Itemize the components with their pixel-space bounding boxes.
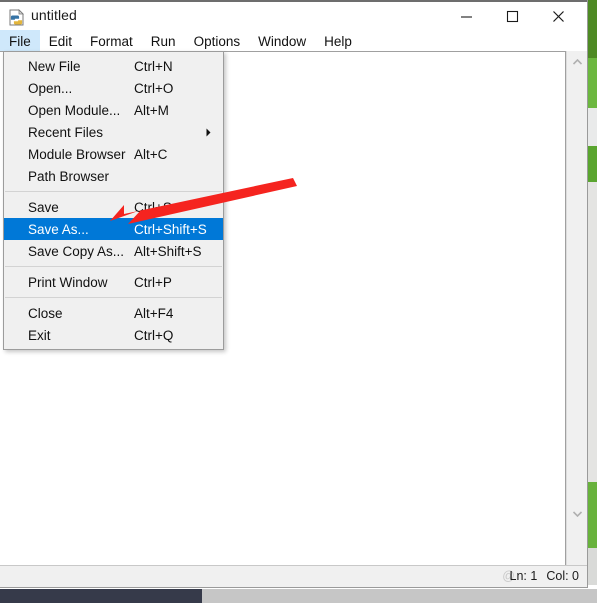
menu-bar: File Edit Format Run Options Window Help [0,30,587,51]
menu-separator [5,266,222,267]
menu-item-path-browser[interactable]: Path Browser [4,165,223,187]
menu-separator [5,191,222,192]
menubar-item-edit[interactable]: Edit [40,30,81,51]
taskbar-active-region [0,589,202,603]
menu-item-label: Exit [28,327,51,343]
menu-item-label: Module Browser [28,146,126,162]
cursor-position-indicator: Ln: 1 Col: 0 [510,569,579,583]
title-bar: untitled [0,0,587,30]
menu-item-label: Close [28,305,63,321]
menu-item-label: Save [28,199,59,215]
menu-item-save-copy-as[interactable]: Save Copy As... Alt+Shift+S [4,240,223,262]
status-line: Ln: 1 [509,569,538,583]
menu-item-open[interactable]: Open... Ctrl+O [4,77,223,99]
menu-item-accelerator: Ctrl+N [134,58,173,74]
menu-item-accelerator: Alt+M [134,102,169,118]
maximize-button[interactable] [489,2,535,30]
menubar-item-label: Run [150,33,176,49]
menubar-item-label: Format [90,33,133,49]
menu-item-print-window[interactable]: Print Window Ctrl+P [4,271,223,293]
status-bar: @ Ln: 1 Col: 0 [0,565,587,587]
menu-item-label: Open Module... [28,102,121,118]
python-file-icon [8,9,25,26]
menubar-item-label: Options [193,33,241,49]
status-column: Col: 0 [546,569,579,583]
menu-item-accelerator: Alt+Shift+S [134,243,202,259]
menubar-item-file[interactable]: File [0,30,40,51]
menubar-item-help[interactable]: Help [315,30,361,51]
menu-item-accelerator: Ctrl+O [134,80,174,96]
menu-item-accelerator: Ctrl+P [134,274,172,290]
menu-separator [5,297,222,298]
menu-item-label: Recent Files [28,124,104,140]
menu-item-save[interactable]: Save Ctrl+S [4,196,223,218]
menu-item-label: Save As... [28,221,89,237]
menubar-item-label: Edit [48,33,73,49]
vertical-scrollbar[interactable] [566,51,587,565]
chevron-up-icon[interactable] [567,53,588,71]
window-title: untitled [31,7,77,23]
menu-item-label: Path Browser [28,168,110,184]
menubar-item-format[interactable]: Format [81,30,142,51]
menu-item-module-browser[interactable]: Module Browser Alt+C [4,143,223,165]
menubar-item-label: Help [324,33,352,49]
menu-item-accelerator: Ctrl+S [134,199,172,215]
menu-item-label: Save Copy As... [28,243,125,259]
menubar-item-run[interactable]: Run [142,30,185,51]
menu-item-accelerator: Alt+C [134,146,168,162]
submenu-arrow-icon [206,128,211,137]
menu-item-accelerator: Ctrl+Shift+S [134,221,207,237]
menu-item-new-file[interactable]: New File Ctrl+N [4,55,223,77]
menu-item-accelerator: Alt+F4 [134,305,174,321]
menu-item-label: Print Window [28,274,108,290]
menu-item-exit[interactable]: Exit Ctrl+Q [4,324,223,346]
menu-item-label: New File [28,58,81,74]
close-button[interactable] [535,2,581,30]
menu-item-label: Open... [28,80,73,96]
menubar-item-label: File [9,33,31,49]
menu-item-save-as[interactable]: Save As... Ctrl+Shift+S [4,218,223,240]
menubar-item-window[interactable]: Window [249,30,315,51]
chevron-down-icon[interactable] [567,505,588,523]
menu-item-close[interactable]: Close Alt+F4 [4,302,223,324]
taskbar [0,589,597,603]
file-dropdown-menu: New File Ctrl+N Open... Ctrl+O Open Modu… [3,51,224,350]
menu-item-recent-files[interactable]: Recent Files [4,121,223,143]
menu-item-accelerator: Ctrl+Q [134,327,174,343]
menubar-item-label: Window [258,33,307,49]
menu-item-open-module[interactable]: Open Module... Alt+M [4,99,223,121]
minimize-button[interactable] [443,2,489,30]
menubar-item-options[interactable]: Options [185,30,250,51]
